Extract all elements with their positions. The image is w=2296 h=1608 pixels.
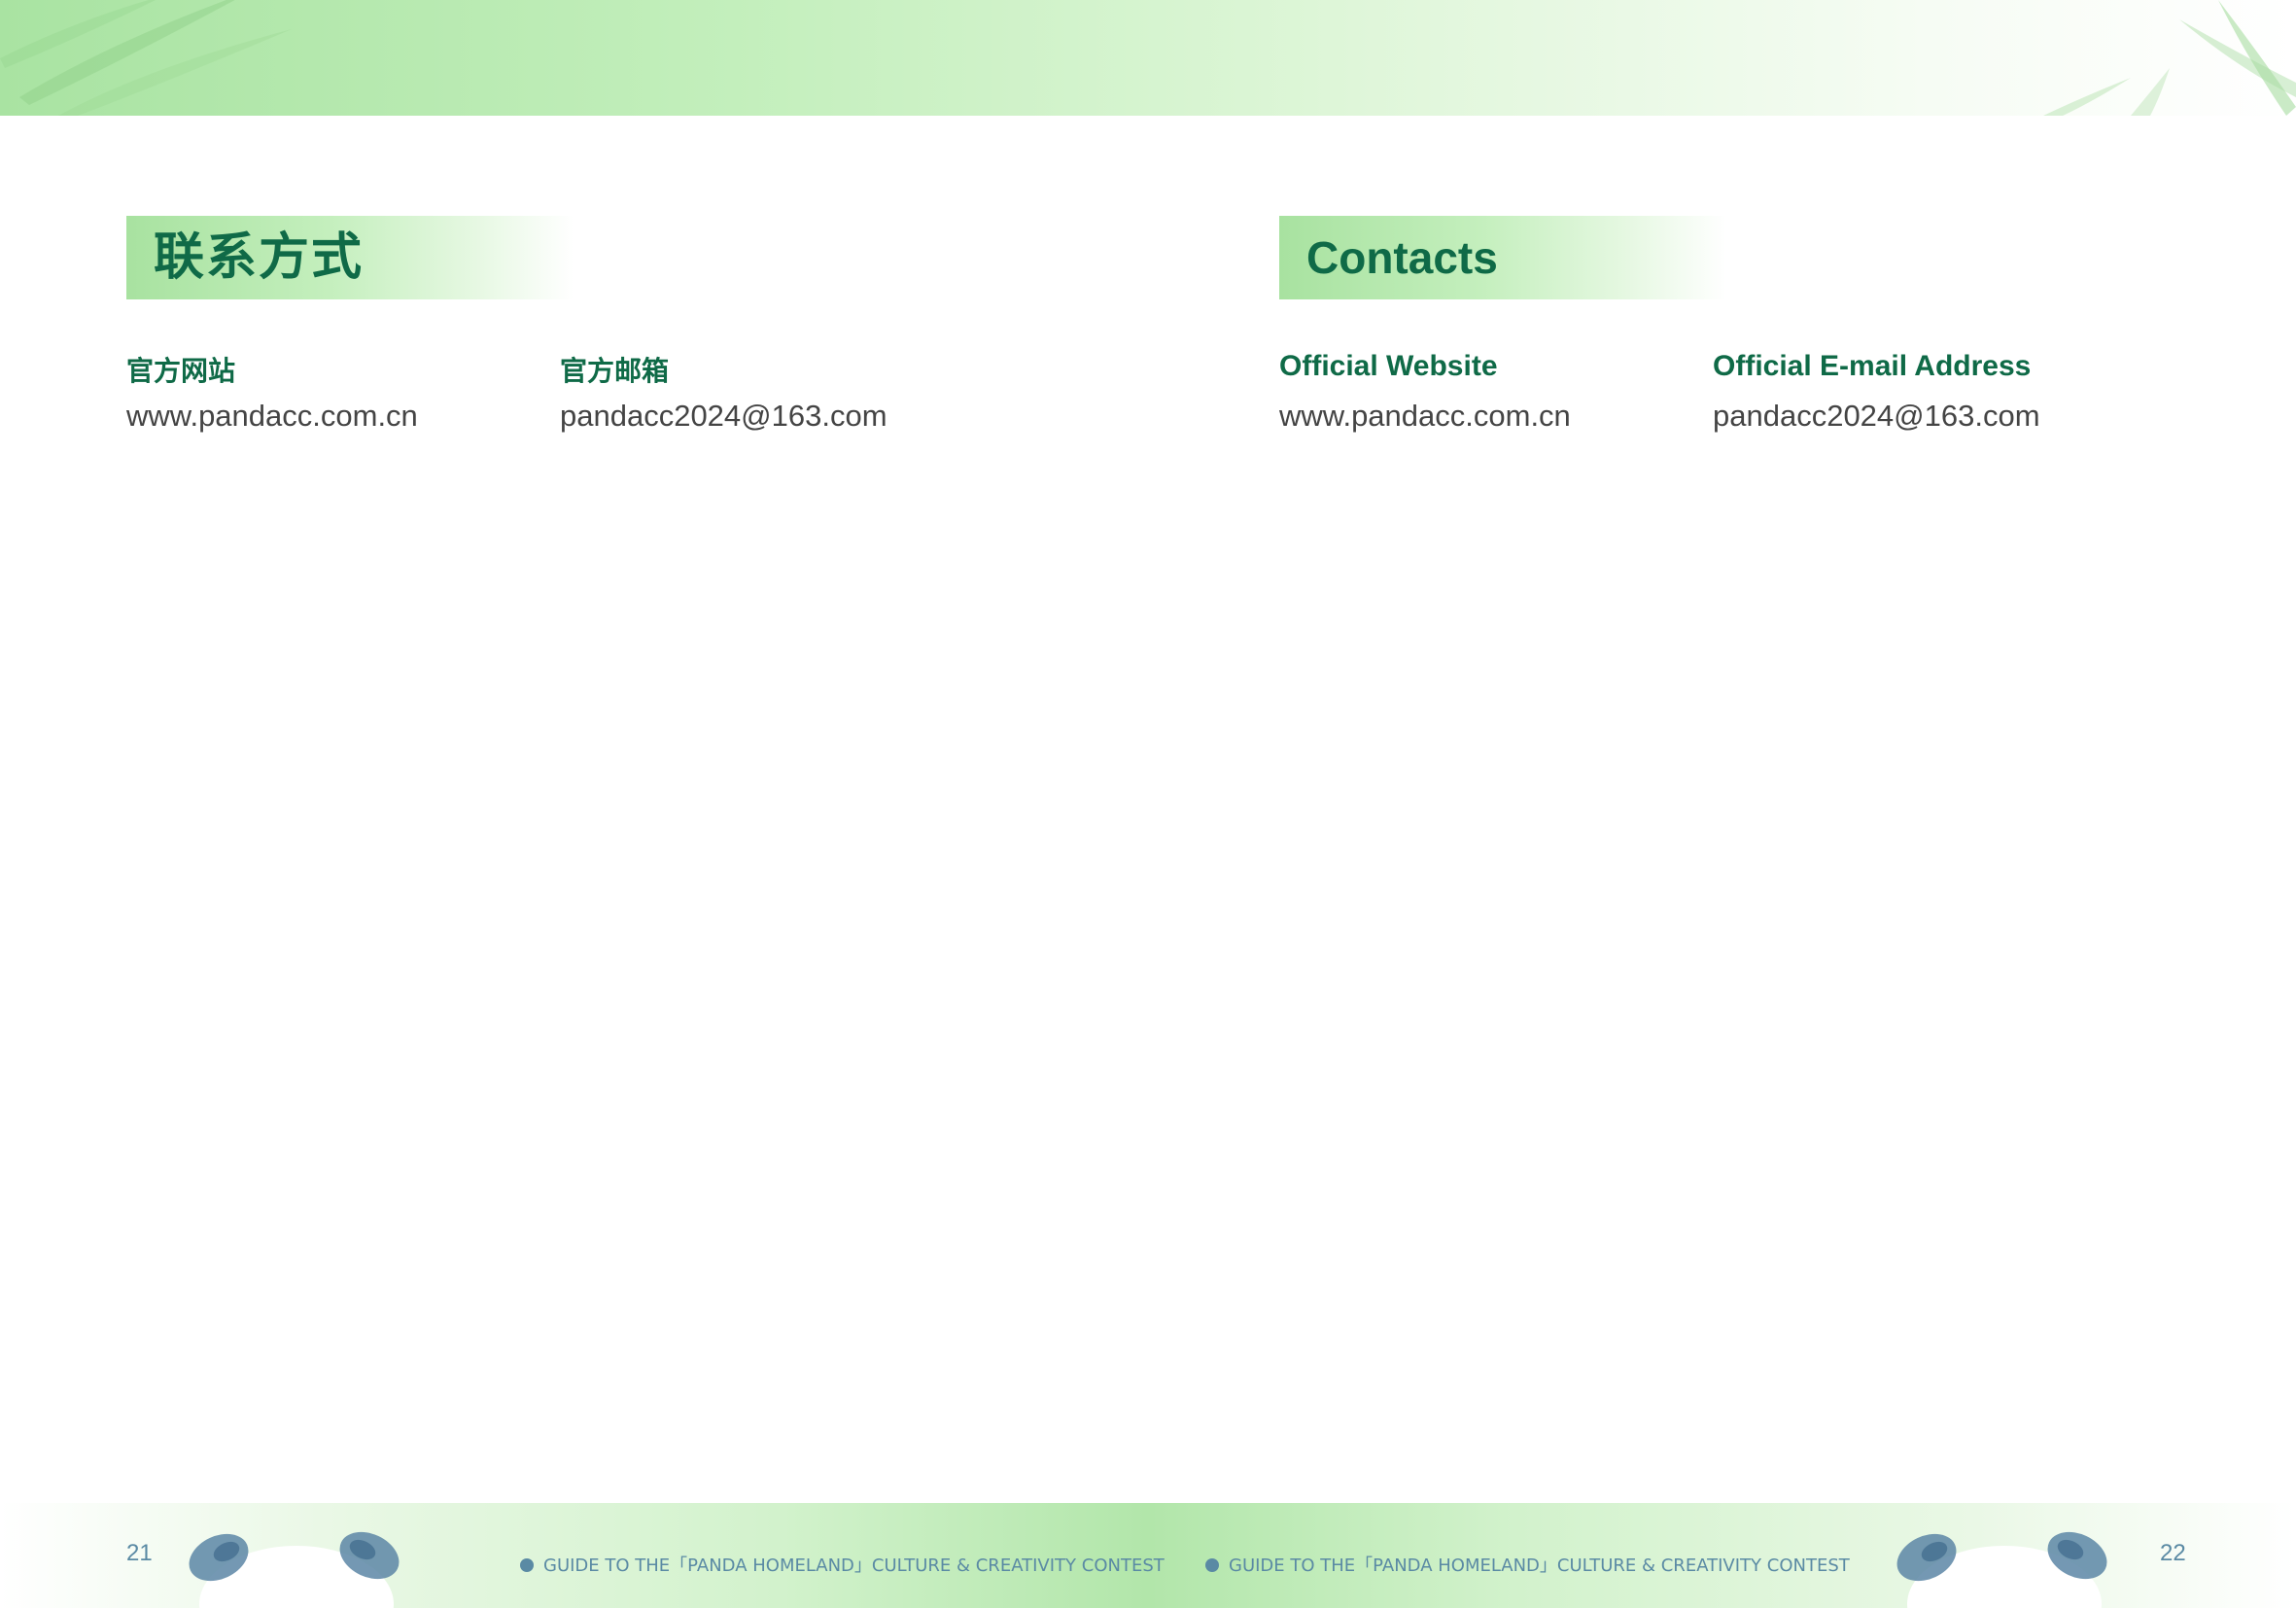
footer-caption-left-text: GUIDE TO THE「PANDA HOMELAND」CULTURE & CR… (543, 1556, 1165, 1576)
bamboo-leaf-left-icon (0, 0, 292, 116)
bullet-dot-icon (520, 1558, 534, 1572)
left-email-label: 官方邮箱 (560, 355, 670, 387)
page-number-right: 22 (2160, 1540, 2186, 1566)
left-website-label: 官方网站 (126, 355, 236, 387)
footer-caption-right-text: GUIDE TO THE「PANDA HOMELAND」CULTURE & CR… (1229, 1556, 1850, 1576)
right-website-value[interactable]: www.pandacc.com.cn (1279, 399, 1571, 434)
bamboo-leaf-right-icon (2043, 0, 2296, 116)
panda-ears-left-icon (189, 1531, 400, 1608)
left-email-value[interactable]: pandacc2024@163.com (560, 399, 887, 434)
top-banner (0, 0, 2296, 116)
right-email-value[interactable]: pandacc2024@163.com (1713, 399, 2040, 434)
right-website-label: Official Website (1279, 350, 1498, 382)
right-email-label: Official E-mail Address (1713, 350, 2032, 382)
left-website-value[interactable]: www.pandacc.com.cn (126, 399, 418, 434)
left-section-header: 联系方式 (126, 216, 574, 299)
left-section-title: 联系方式 (154, 228, 365, 287)
right-section-title: Contacts (1306, 232, 1498, 283)
right-section-header: Contacts (1279, 216, 1726, 299)
panda-ears-right-icon (1896, 1531, 2107, 1608)
footer-caption-right: GUIDE TO THE「PANDA HOMELAND」CULTURE & CR… (1205, 1552, 1850, 1577)
footer-caption-left: GUIDE TO THE「PANDA HOMELAND」CULTURE & CR… (520, 1552, 1165, 1577)
page-number-left: 21 (126, 1540, 153, 1566)
bullet-dot-icon (1205, 1558, 1219, 1572)
